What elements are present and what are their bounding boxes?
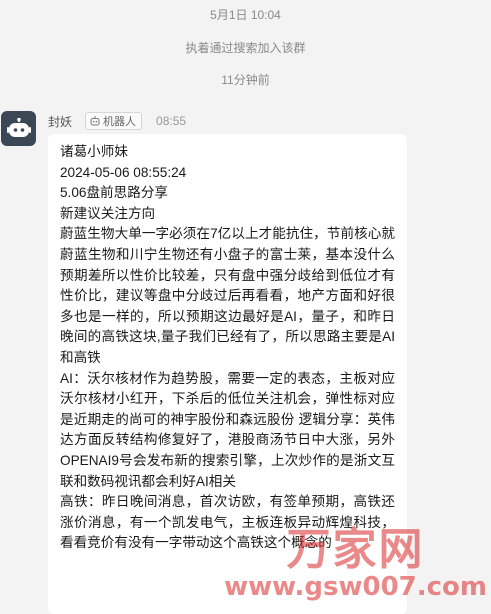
relative-time-divider: 11分钟前 [221,73,270,87]
datetime-line: 2024-05-06 08:55:24 [60,164,187,180]
robot-icon [90,116,100,126]
avatar[interactable] [1,111,36,146]
subtitle-line: 新建议关注方向 [60,205,156,221]
message-paragraph: 蔚蓝生物大单一字必须在7亿以上才能抗住，节前核心就蔚蓝生物和川宁生物还有小盘子的… [60,226,395,365]
title-line: 5.06盘前思路分享 [60,185,169,201]
message-paragraph: 高铁：昨日晚间消息，首次访欧，有签单预期，高铁还涨价消息，有一个凯发电气，主板连… [60,494,395,551]
timestamp-divider: 5月1日 10:04 [210,8,281,22]
bot-badge-label: 机器人 [103,116,137,128]
sender-name[interactable]: 封妖 [48,113,72,130]
message-bubble[interactable]: 诸葛小师妹 2024-05-06 08:55:24 5.06盘前思路分享 新建议… [48,134,407,614]
author-line: 诸葛小师妹 [60,144,128,159]
bot-badge: 机器人 [85,112,143,130]
message-time: 08:55 [156,114,187,128]
message-paragraph: AI：沃尔核材作为趋势股，需要一定的表态，主板对应沃尔核材小红开，下杀后的低位关… [60,370,395,489]
sender-row: 封妖 机器人 08:55 [48,112,187,130]
robot-icon [6,117,31,137]
join-notice: 执着通过搜索加入该群 [185,41,306,55]
